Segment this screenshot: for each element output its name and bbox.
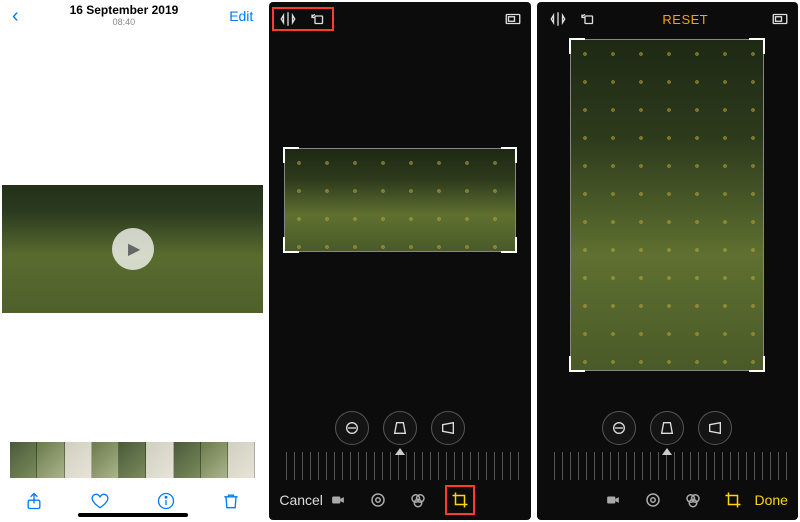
flip-rotate-group-highlighted (272, 7, 334, 31)
image-content (571, 40, 763, 370)
cancel-button[interactable]: Cancel (279, 492, 323, 508)
flip-rotate-group (545, 8, 601, 30)
edit-mode-tabs (329, 489, 471, 511)
photo-date: 16 September 2019 (70, 4, 179, 17)
edit-bottom-bar: Cancel (269, 480, 530, 520)
edit-crop-screen-portrait: RESET (537, 2, 798, 520)
thumb[interactable] (10, 442, 37, 478)
crop-top-bar (269, 2, 530, 36)
crop-handle-br[interactable] (501, 237, 517, 253)
crop-handle-bl[interactable] (283, 237, 299, 253)
horizontal-perspective-button[interactable] (698, 411, 732, 445)
home-indicator (78, 513, 188, 517)
crop-handle-tl[interactable] (283, 147, 299, 163)
crop-mode-icon[interactable] (724, 491, 742, 509)
crop-frame[interactable] (571, 40, 763, 370)
straighten-button[interactable] (335, 411, 369, 445)
crop-frame[interactable] (285, 149, 515, 251)
edit-mode-tabs (604, 491, 742, 509)
crop-top-bar: RESET (537, 2, 798, 36)
heart-icon[interactable] (89, 491, 111, 511)
thumb[interactable] (65, 442, 92, 478)
edit-bottom-bar: Done (537, 480, 798, 520)
filter-mode-icon[interactable] (409, 491, 427, 509)
flip-icon[interactable] (549, 10, 567, 28)
filmstrip[interactable] (10, 442, 255, 478)
video-preview[interactable] (2, 185, 263, 313)
thumb[interactable] (37, 442, 64, 478)
thumb[interactable] (92, 442, 119, 478)
adjust-buttons (537, 404, 798, 452)
play-icon[interactable] (112, 228, 154, 270)
filter-mode-icon[interactable] (684, 491, 702, 509)
back-button[interactable]: ‹ (12, 5, 19, 28)
vertical-perspective-button[interactable] (650, 411, 684, 445)
crop-handle-tl[interactable] (569, 38, 585, 54)
thumb[interactable] (201, 442, 228, 478)
edit-button[interactable]: Edit (229, 8, 253, 24)
rotate-icon[interactable] (579, 10, 597, 28)
rotate-icon[interactable] (309, 10, 327, 28)
adjust-mode-icon[interactable] (369, 491, 387, 509)
title-block: 16 September 2019 08:40 (70, 4, 179, 27)
trash-icon[interactable] (221, 491, 241, 511)
photos-viewer-screen: ‹ 16 September 2019 08:40 Edit (2, 2, 263, 520)
angle-ruler[interactable] (279, 452, 520, 480)
thumb[interactable] (146, 442, 173, 478)
thumb[interactable] (174, 442, 201, 478)
adjust-mode-icon[interactable] (644, 491, 662, 509)
crop-canvas[interactable] (269, 36, 530, 404)
horizontal-perspective-button[interactable] (431, 411, 465, 445)
aspect-icon[interactable] (503, 10, 523, 28)
edit-crop-screen-landscape: Cancel (269, 2, 530, 520)
photo-body[interactable] (2, 30, 263, 520)
aspect-icon[interactable] (770, 10, 790, 28)
video-mode-icon[interactable] (329, 493, 347, 507)
info-icon[interactable] (156, 491, 176, 511)
crop-handle-bl[interactable] (569, 356, 585, 372)
crop-handle-br[interactable] (749, 356, 765, 372)
reset-button[interactable]: RESET (662, 12, 708, 27)
adjust-buttons (269, 404, 530, 452)
angle-ruler[interactable] (547, 452, 788, 480)
flip-icon[interactable] (279, 10, 297, 28)
crop-handle-tr[interactable] (501, 147, 517, 163)
share-icon[interactable] (24, 491, 44, 511)
thumb[interactable] (119, 442, 146, 478)
crop-canvas[interactable] (537, 36, 798, 404)
photo-time: 08:40 (70, 18, 179, 28)
vertical-perspective-button[interactable] (383, 411, 417, 445)
video-mode-icon[interactable] (604, 493, 622, 507)
done-button[interactable]: Done (755, 492, 788, 508)
crop-handle-tr[interactable] (749, 38, 765, 54)
straighten-button[interactable] (602, 411, 636, 445)
crop-mode-icon-highlighted[interactable] (449, 489, 471, 511)
image-content (285, 149, 515, 251)
top-bar: ‹ 16 September 2019 08:40 Edit (2, 2, 263, 30)
thumb[interactable] (228, 442, 255, 478)
